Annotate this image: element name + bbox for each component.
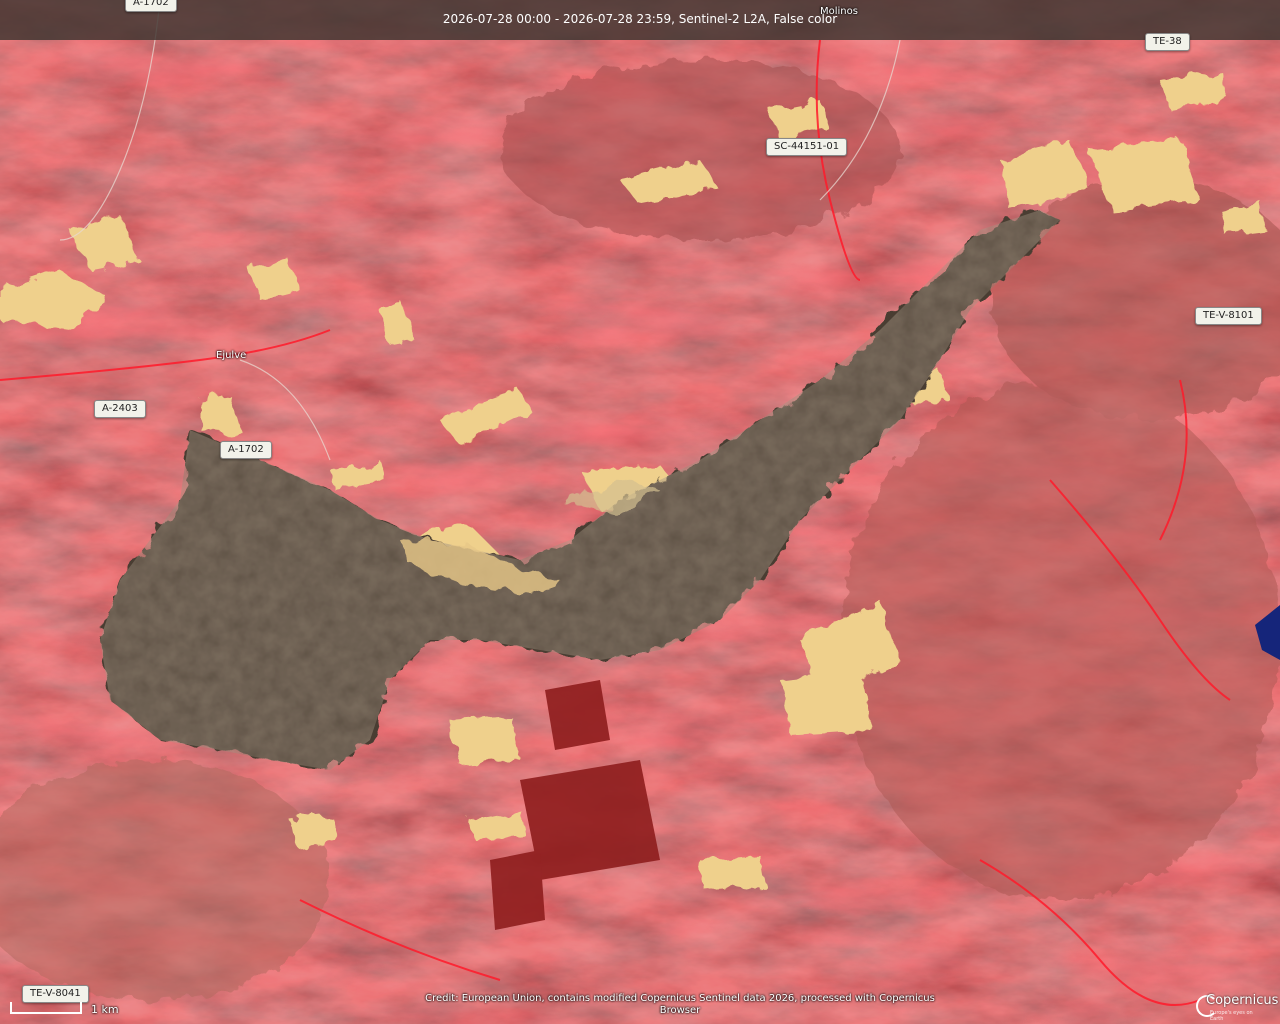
copyright-credit: Credit: European Union, contains modifie… bbox=[425, 993, 935, 1016]
road-label-te38[interactable]: TE-38 bbox=[1145, 33, 1190, 51]
scale-bar bbox=[10, 1002, 82, 1014]
copernicus-logo[interactable]: Copernicus Europe's eyes on Earth bbox=[1196, 992, 1278, 1022]
header-title: 2026-07-28 00:00 - 2026-07-28 23:59, Sen… bbox=[442, 12, 838, 26]
road-label-a2403[interactable]: A-2403 bbox=[94, 400, 146, 418]
logo-subtitle: Europe's eyes on Earth bbox=[1210, 1010, 1253, 1022]
scale-label: 1 km bbox=[91, 1003, 119, 1016]
date-layer-header: 2026-07-28 00:00 - 2026-07-28 23:59, Sen… bbox=[0, 0, 1280, 40]
road-label-tev8101[interactable]: TE-V-8101 bbox=[1195, 307, 1262, 325]
logo-text: Copernicus bbox=[1206, 993, 1279, 1008]
place-label-molinos[interactable]: Molinos bbox=[820, 6, 858, 17]
satellite-map[interactable] bbox=[0, 0, 1280, 1024]
road-label-sc44151[interactable]: SC-44151-01 bbox=[766, 138, 848, 156]
place-label-ejulve[interactable]: Ejulve bbox=[216, 350, 246, 361]
road-label-a1702-top[interactable]: A-1702 bbox=[125, 0, 177, 12]
road-label-tev8041[interactable]: TE-V-8041 bbox=[22, 985, 89, 1003]
road-label-a1702[interactable]: A-1702 bbox=[220, 441, 272, 459]
